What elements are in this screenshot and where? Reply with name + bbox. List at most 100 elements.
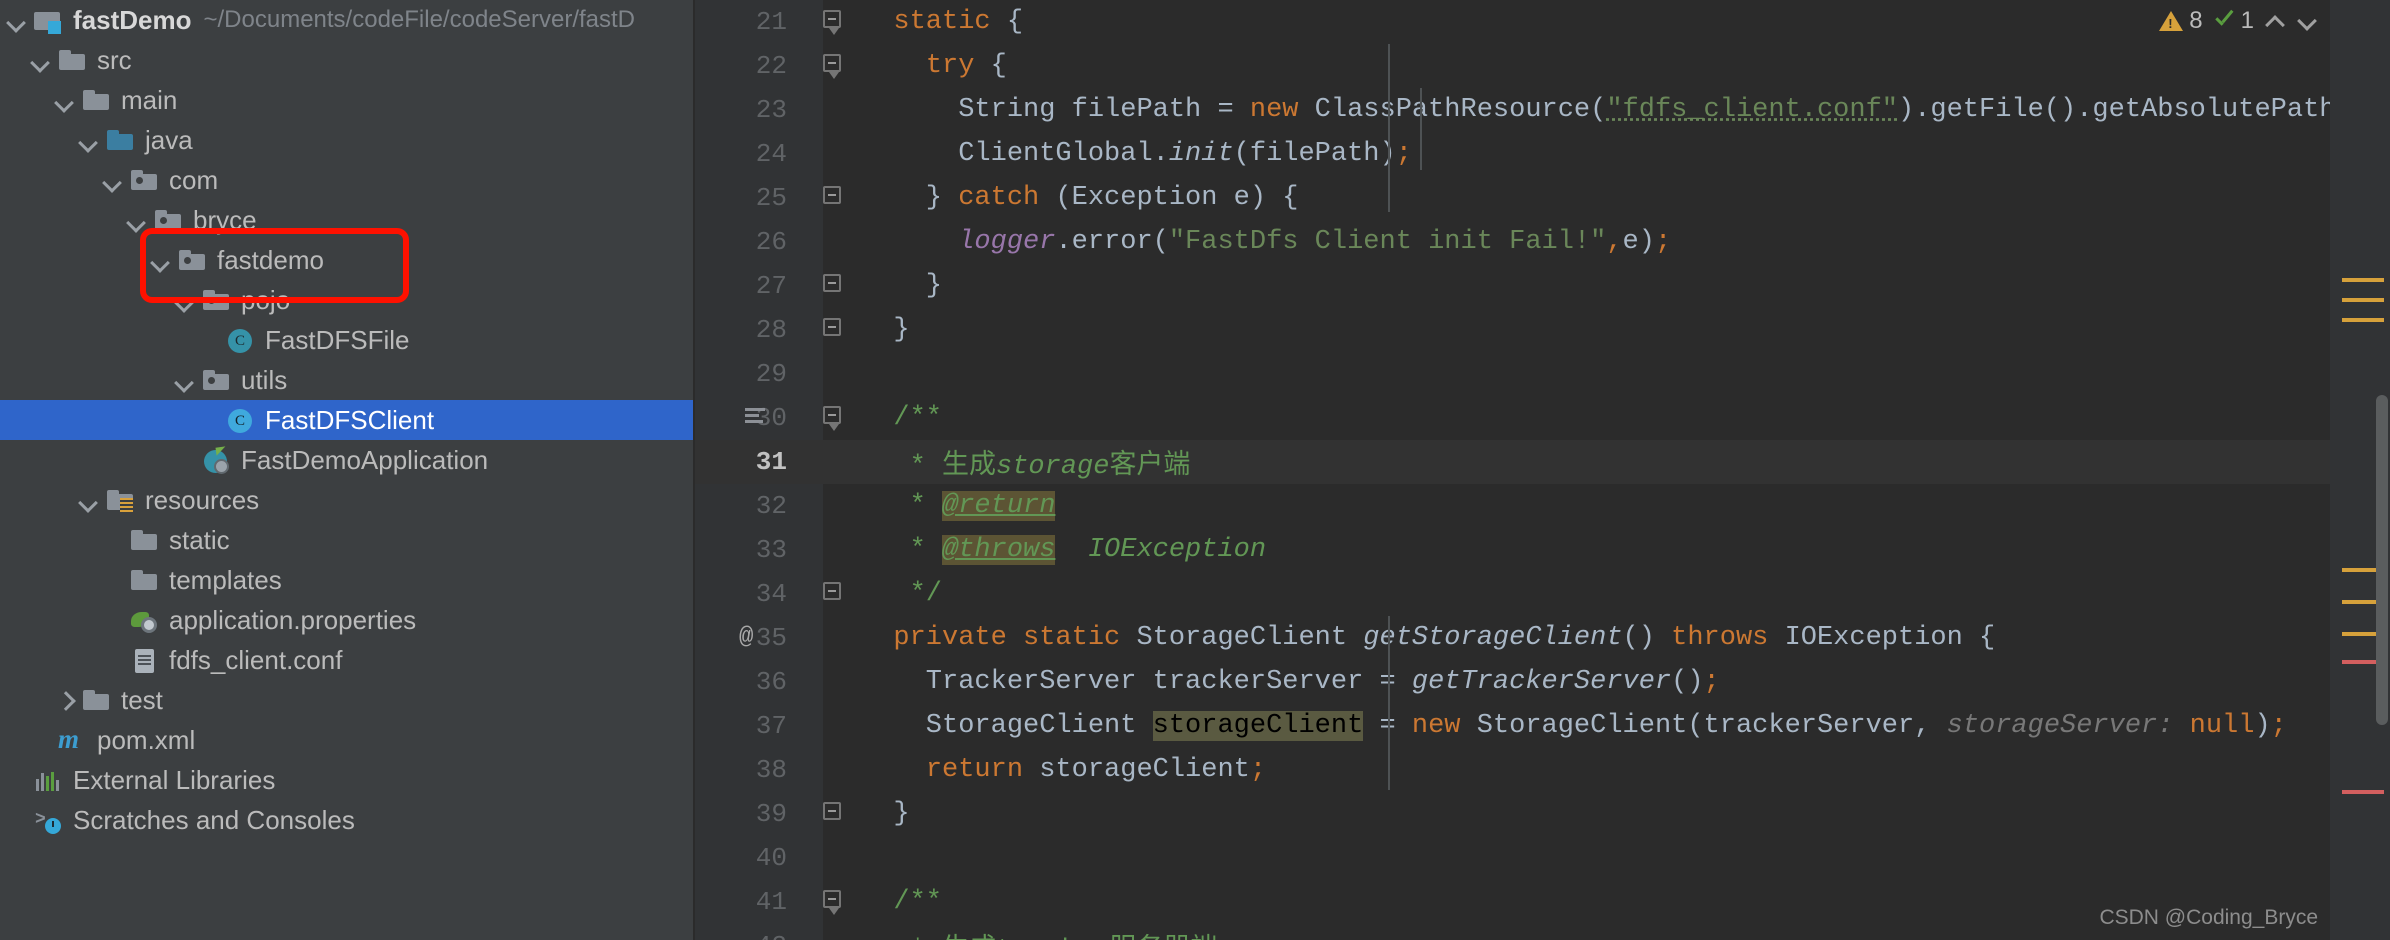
tree-item-external-libraries[interactable]: External Libraries — [0, 760, 693, 800]
editor-marker-bar[interactable] — [2330, 0, 2390, 940]
marker-warning[interactable] — [2342, 278, 2384, 282]
code-text[interactable]: private static StorageClient getStorageC… — [861, 623, 2390, 653]
gutter-icons[interactable]: @ — [739, 616, 861, 660]
code-text[interactable]: } — [861, 315, 2390, 345]
gutter-icons[interactable] — [801, 44, 861, 88]
chevron-right-icon[interactable] — [52, 687, 78, 713]
chevron-down-icon[interactable] — [2296, 10, 2318, 32]
code-line[interactable]: 25 } catch (Exception e) { — [693, 176, 2390, 220]
code-line[interactable]: 26 logger.error("FastDfs Client init Fai… — [693, 220, 2390, 264]
fold-toggle-icon[interactable] — [823, 582, 841, 600]
marker-warning[interactable] — [2342, 298, 2384, 302]
tree-item-fastdemoapplication[interactable]: FastDemoApplication — [0, 440, 693, 480]
editor-scrollbar-thumb[interactable] — [2376, 395, 2388, 725]
code-text[interactable]: * @return — [861, 491, 2390, 521]
chevron-down-icon[interactable] — [76, 487, 102, 513]
gutter-icons[interactable] — [801, 748, 861, 792]
code-text[interactable]: * 生成storage客户端 — [861, 442, 2390, 482]
tree-item-templates[interactable]: templates — [0, 560, 693, 600]
code-text[interactable]: } catch (Exception e) { — [861, 183, 2390, 213]
gutter-icons[interactable] — [801, 132, 861, 176]
code-line[interactable]: 40 — [693, 836, 2390, 880]
code-line[interactable]: 31 * 生成storage客户端 — [693, 440, 2390, 484]
gutter-icons[interactable] — [801, 836, 861, 880]
tree-item-fastdfsfile[interactable]: C FastDFSFile — [0, 320, 693, 360]
gutter-icons[interactable] — [801, 440, 861, 484]
tree-item-fastdfsclient[interactable]: C FastDFSClient — [0, 400, 693, 440]
fold-toggle-icon[interactable] — [823, 274, 841, 292]
tree-item-java[interactable]: java — [0, 120, 693, 160]
chevron-down-icon[interactable] — [28, 47, 54, 73]
inspection-ok-indicator[interactable]: 1 — [2213, 7, 2254, 35]
gutter-icons[interactable] — [801, 352, 861, 396]
code-line[interactable]: 37 StorageClient storageClient = new Sto… — [693, 704, 2390, 748]
tree-item-scratches-and-consoles[interactable]: >_ Scratches and Consoles — [0, 800, 693, 840]
gutter-icons[interactable] — [801, 792, 861, 836]
gutter-icons[interactable] — [801, 176, 861, 220]
code-editor[interactable]: 21 static {22 try {23 String filePath = … — [693, 0, 2390, 940]
code-text[interactable]: } — [861, 799, 2390, 829]
tree-item-resources[interactable]: resources — [0, 480, 693, 520]
fold-toggle-icon[interactable] — [823, 802, 841, 820]
code-line[interactable]: 21 static { — [693, 0, 2390, 44]
code-text[interactable]: String filePath = new ClassPathResource(… — [861, 95, 2390, 125]
code-text[interactable]: ClientGlobal.init(filePath); — [861, 139, 2390, 169]
gutter-icons[interactable] — [801, 528, 861, 572]
tree-item-src[interactable]: src — [0, 40, 693, 80]
code-line[interactable]: 29 — [693, 352, 2390, 396]
code-line[interactable]: 38 return storageClient; — [693, 748, 2390, 792]
code-line[interactable]: 34 */ — [693, 572, 2390, 616]
chevron-down-icon[interactable] — [76, 127, 102, 153]
project-root-row[interactable]: fastDemo ~/Documents/codeFile/codeServer… — [0, 0, 693, 40]
project-tool-window[interactable]: fastDemo ~/Documents/codeFile/codeServer… — [0, 0, 693, 940]
code-text[interactable]: * @throws IOException — [861, 535, 2390, 565]
code-text[interactable]: /** — [861, 403, 2390, 433]
fold-toggle-icon[interactable] — [823, 54, 841, 79]
fold-toggle-icon[interactable] — [823, 186, 841, 204]
code-line[interactable]: 23 String filePath = new ClassPathResour… — [693, 88, 2390, 132]
code-line[interactable]: 35 @ private static StorageClient getStor… — [693, 616, 2390, 660]
marker-error[interactable] — [2342, 790, 2384, 794]
code-line[interactable]: 22 try { — [693, 44, 2390, 88]
chevron-up-icon[interactable] — [2264, 10, 2286, 32]
code-text[interactable]: } — [861, 271, 2390, 301]
warning-indicator[interactable]: 8 — [2159, 7, 2203, 35]
sidebar-editor-divider[interactable] — [693, 0, 695, 940]
editor-status-indicators[interactable]: 8 1 — [2159, 0, 2330, 42]
code-line[interactable]: 24 ClientGlobal.init(filePath); — [693, 132, 2390, 176]
chevron-down-icon[interactable] — [100, 167, 126, 193]
gutter-icons[interactable] — [801, 660, 861, 704]
code-text[interactable]: TrackerServer trackerServer = getTracker… — [861, 667, 2390, 697]
code-line[interactable]: 30 /** — [693, 396, 2390, 440]
chevron-down-icon[interactable] — [52, 87, 78, 113]
code-line[interactable]: 28 } — [693, 308, 2390, 352]
fold-toggle-icon[interactable] — [823, 10, 841, 35]
gutter-icons[interactable] — [801, 88, 861, 132]
gutter-icons[interactable] — [801, 880, 861, 924]
gutter-icons[interactable] — [801, 924, 861, 940]
code-text[interactable]: logger.error("FastDfs Client init Fail!"… — [861, 227, 2390, 257]
tree-item-fastdemo[interactable]: fastdemo — [0, 240, 693, 280]
chevron-down-icon[interactable] — [124, 207, 150, 233]
code-line[interactable]: 27 } — [693, 264, 2390, 308]
gutter-icons[interactable] — [801, 264, 861, 308]
chevron-down-icon[interactable] — [4, 7, 30, 33]
tree-item-pom-xml[interactable]: m pom.xml — [0, 720, 693, 760]
code-line[interactable]: 36 TrackerServer trackerServer = getTrac… — [693, 660, 2390, 704]
gutter-icons[interactable] — [801, 220, 861, 264]
gutter-icons[interactable] — [801, 308, 861, 352]
fold-toggle-icon[interactable] — [823, 318, 841, 336]
tree-item-utils[interactable]: utils — [0, 360, 693, 400]
code-line[interactable]: 39 } — [693, 792, 2390, 836]
gutter-icons[interactable] — [801, 0, 861, 44]
tree-item-pojo[interactable]: pojo — [0, 280, 693, 320]
marker-warning[interactable] — [2342, 318, 2384, 322]
code-text[interactable]: try { — [861, 51, 2390, 81]
gutter-icons[interactable] — [801, 484, 861, 528]
code-lines[interactable]: 21 static {22 try {23 String filePath = … — [693, 0, 2390, 940]
tree-item-com[interactable]: com — [0, 160, 693, 200]
code-line[interactable]: 33 * @throws IOException — [693, 528, 2390, 572]
gutter-icons[interactable] — [801, 704, 861, 748]
fold-toggle-icon[interactable] — [823, 890, 841, 915]
chevron-down-icon[interactable] — [148, 247, 174, 273]
